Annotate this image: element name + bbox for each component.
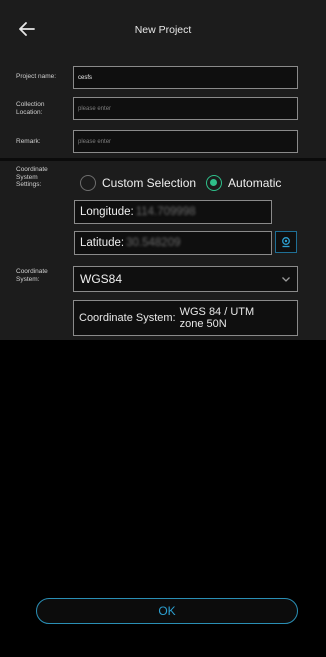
project-name-label: Project name: (16, 73, 57, 80)
longitude-value: 114.709998 (135, 206, 196, 218)
coordinate-settings-label: Coordinate System Settings: (16, 166, 48, 188)
section-divider (0, 158, 326, 161)
remark-label: Remark: (16, 138, 41, 145)
collection-location-input[interactable]: please enter (73, 97, 298, 120)
radio-checked-icon (206, 175, 223, 191)
latitude-value: 30.548209 (126, 237, 181, 249)
back-button[interactable] (14, 16, 40, 42)
coordinate-system-info-value: WGS 84 / UTM zone 50N (179, 306, 255, 330)
coordinate-mode-radio-group: Custom Selection Automatic (80, 172, 281, 194)
arrow-left-icon (19, 22, 35, 36)
latitude-label: Latitude: (80, 237, 125, 249)
coordinate-system-selected: WGS84 (80, 272, 123, 286)
custom-selection-radio[interactable]: Custom Selection (80, 175, 196, 191)
custom-selection-label: Custom Selection (102, 176, 197, 190)
chevron-down-icon (282, 277, 290, 282)
longitude-field[interactable]: Longitude: 114.709998 (74, 200, 272, 224)
automatic-label: Automatic (228, 176, 282, 190)
page-title: New Project (134, 24, 192, 36)
remark-input[interactable]: please enter (73, 130, 298, 153)
radio-unchecked-icon (80, 175, 96, 191)
locate-button[interactable] (275, 231, 297, 253)
coordinate-system-info-label: Coordinate System: (79, 312, 176, 324)
longitude-label: Longitude: (80, 206, 134, 218)
coordinate-system-label: Coordinate System: (16, 268, 48, 283)
project-name-input[interactable]: cesfs (73, 66, 298, 89)
coordinate-system-select[interactable]: WGS84 (73, 266, 298, 292)
location-pin-icon (282, 237, 290, 248)
coordinate-system-info: Coordinate System: WGS 84 / UTM zone 50N (73, 300, 298, 336)
automatic-radio[interactable]: Automatic (206, 175, 281, 191)
ok-button[interactable]: OK (36, 598, 298, 624)
collection-location-label: Collection Location: (16, 101, 45, 116)
app-header: New Project (0, 0, 326, 60)
latitude-field[interactable]: Latitude: 30.548209 (74, 231, 272, 255)
